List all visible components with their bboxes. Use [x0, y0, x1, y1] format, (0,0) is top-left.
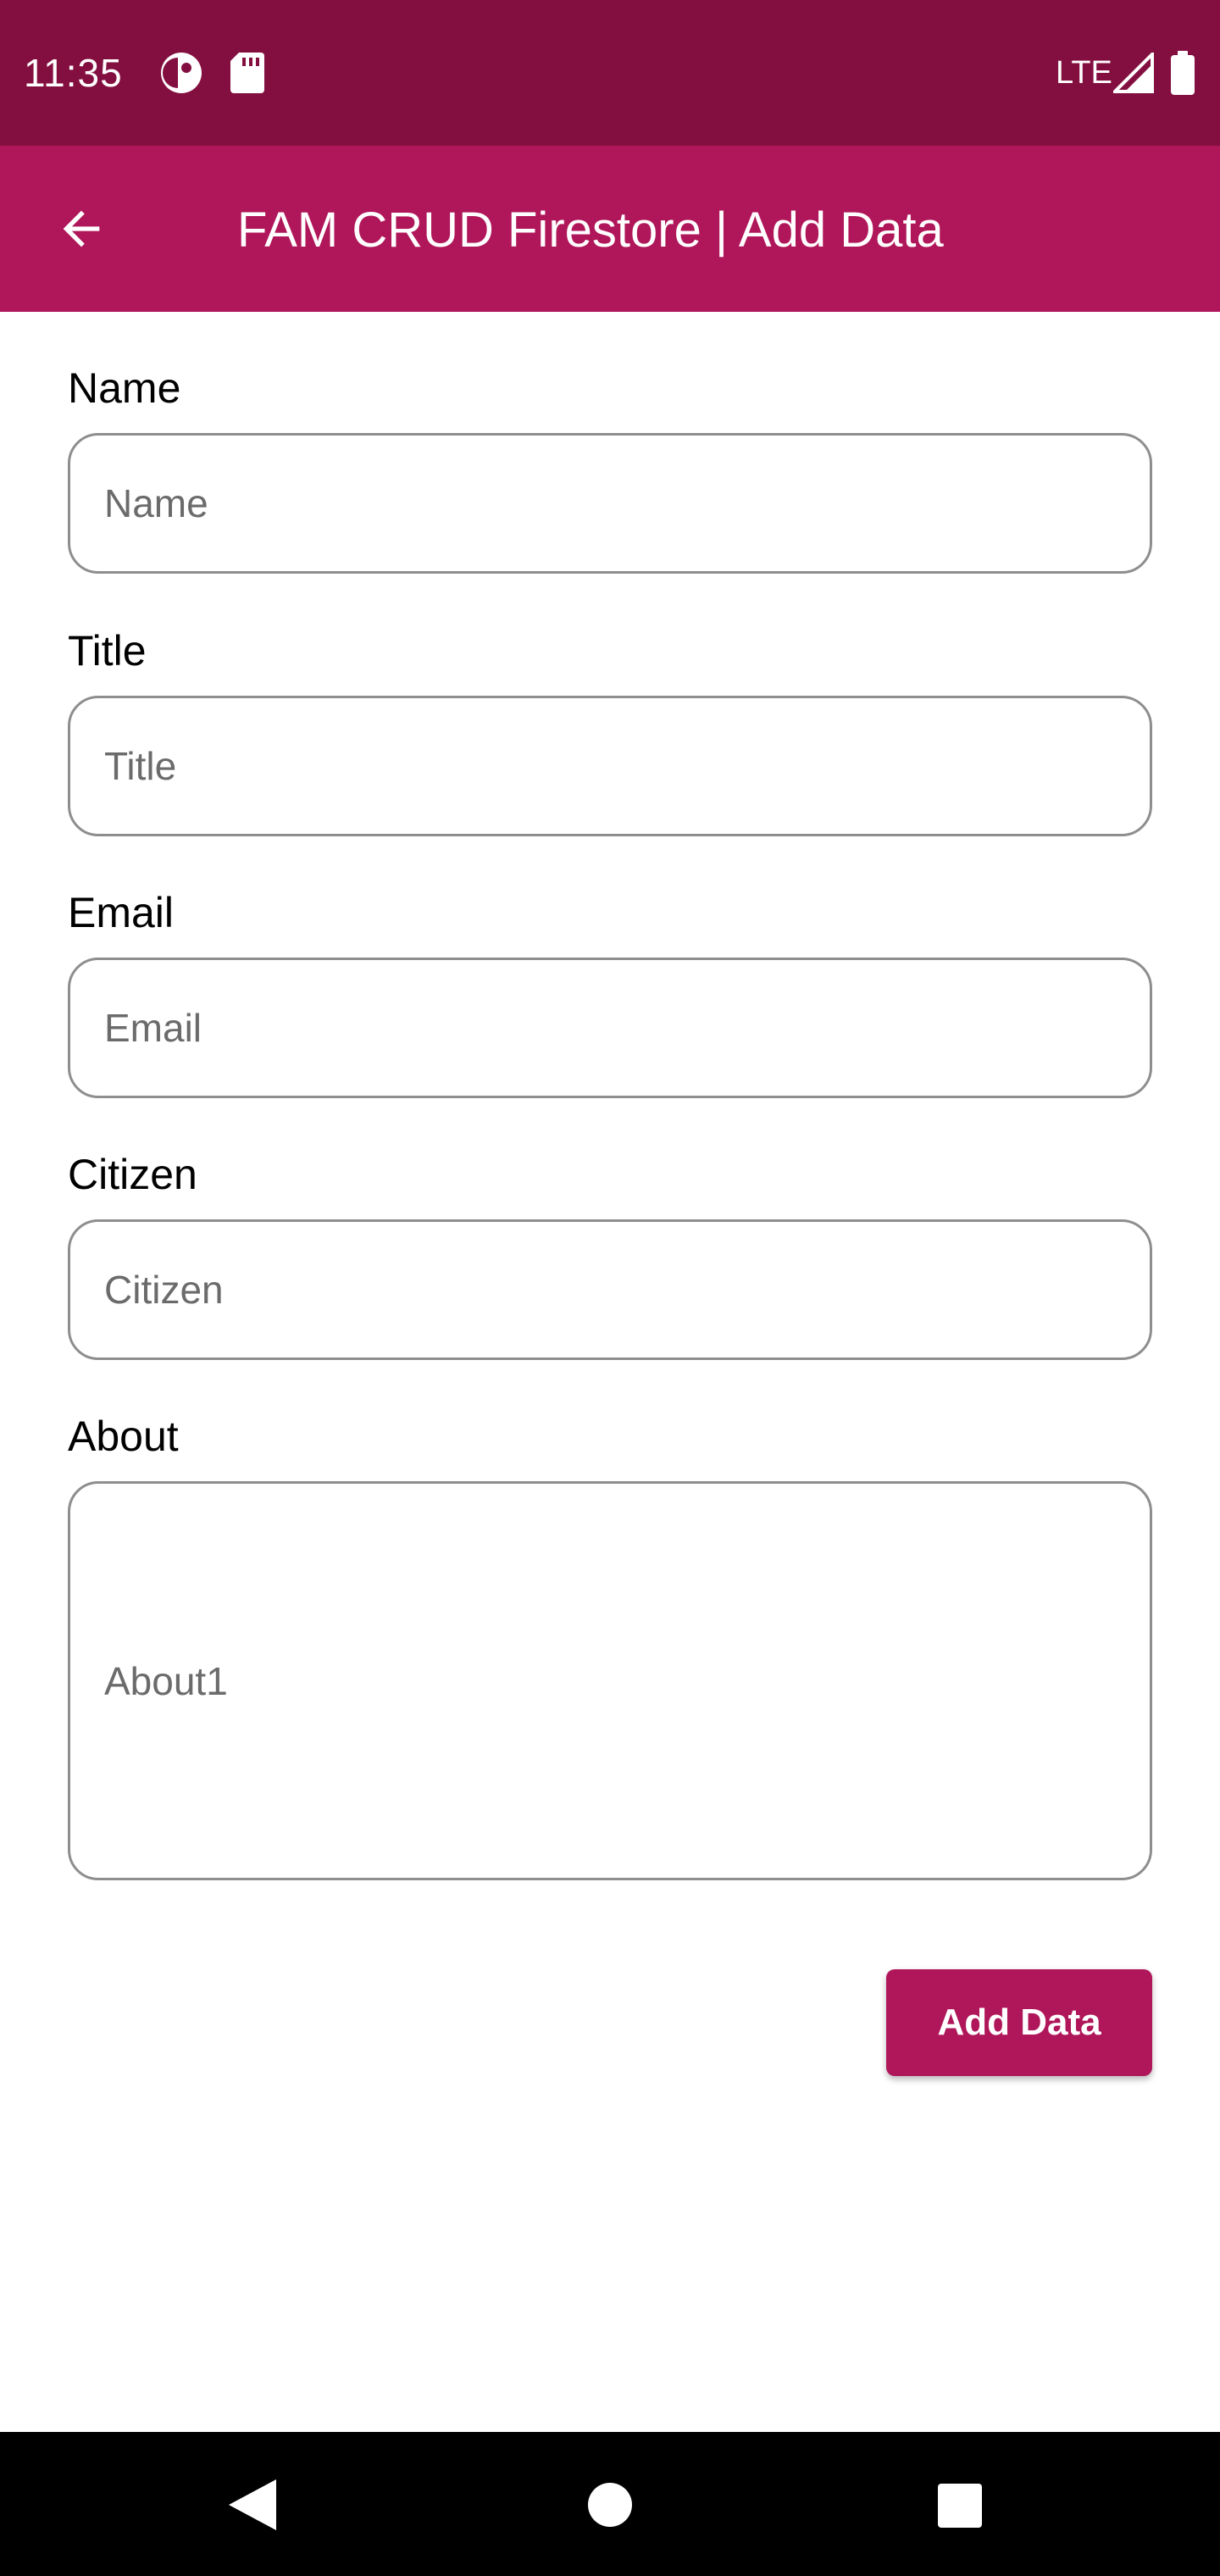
citizen-label: Citizen — [68, 1151, 197, 1198]
title-label: Title — [68, 627, 147, 675]
notification-app-icon — [161, 53, 202, 93]
arrow-back-icon — [63, 210, 100, 247]
name-field[interactable] — [68, 433, 1152, 574]
battery-icon — [1171, 51, 1195, 95]
nav-recents-icon[interactable] — [937, 2483, 983, 2529]
email-field[interactable] — [68, 958, 1152, 1098]
network-type: LTE — [1056, 55, 1112, 91]
sd-card-icon — [230, 53, 264, 93]
about-label: About — [68, 1413, 179, 1460]
status-time: 11:35 — [24, 51, 123, 95]
name-input[interactable] — [104, 480, 1150, 526]
add-data-button[interactable]: Add Data — [886, 1969, 1152, 2076]
name-label: Name — [68, 364, 181, 412]
citizen-field[interactable] — [68, 1219, 1152, 1360]
citizen-input[interactable] — [104, 1267, 1150, 1313]
add-data-screen: 11:35 LTE FAM CRUD Firestore | Add Data … — [0, 0, 1220, 2576]
about-field[interactable] — [68, 1481, 1152, 1880]
about-input[interactable] — [104, 1657, 1150, 1704]
title-input[interactable] — [104, 743, 1150, 789]
email-input[interactable] — [104, 1005, 1150, 1051]
nav-home-icon[interactable] — [586, 2481, 634, 2529]
email-label: Email — [68, 889, 175, 936]
nav-back-icon[interactable] — [227, 2478, 278, 2532]
app-bar: FAM CRUD Firestore | Add Data — [0, 146, 1220, 312]
signal-icon — [1113, 53, 1154, 93]
back-button[interactable] — [41, 188, 122, 269]
status-bar: 11:35 LTE — [0, 0, 1220, 146]
page-title: FAM CRUD Firestore | Add Data — [237, 203, 944, 258]
title-field[interactable] — [68, 696, 1152, 836]
